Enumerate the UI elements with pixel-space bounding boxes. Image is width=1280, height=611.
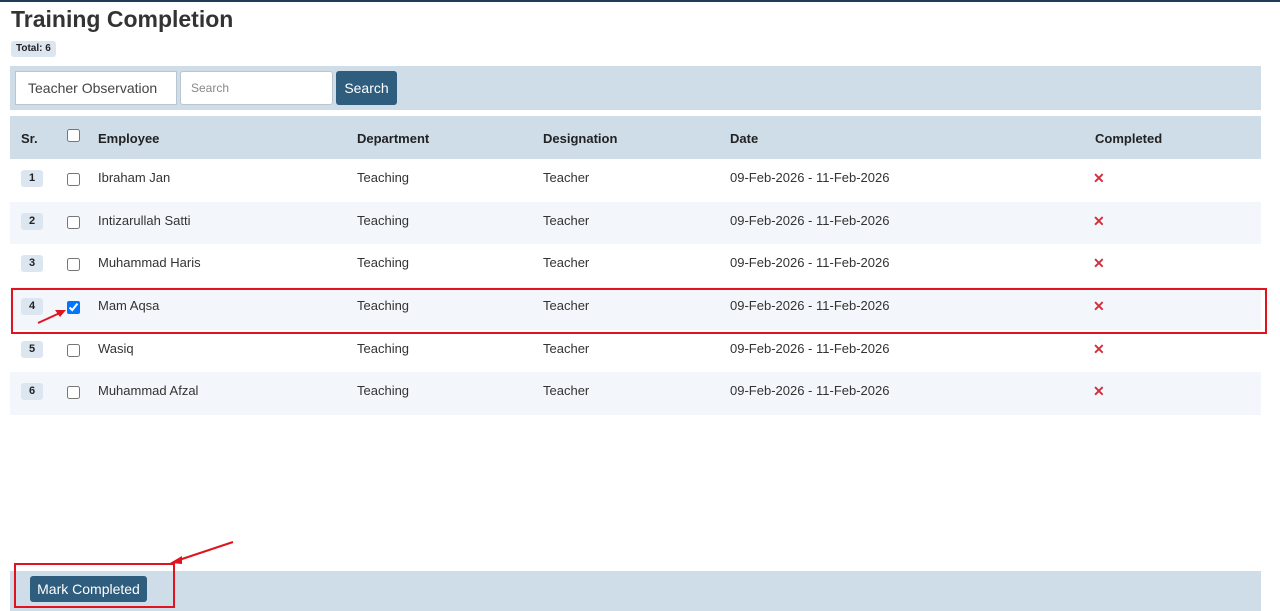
arrow-annotation-icon [37, 310, 234, 564]
footer-action-bar: Mark Completed [10, 571, 1261, 611]
button-highlight-annotation [14, 563, 175, 608]
